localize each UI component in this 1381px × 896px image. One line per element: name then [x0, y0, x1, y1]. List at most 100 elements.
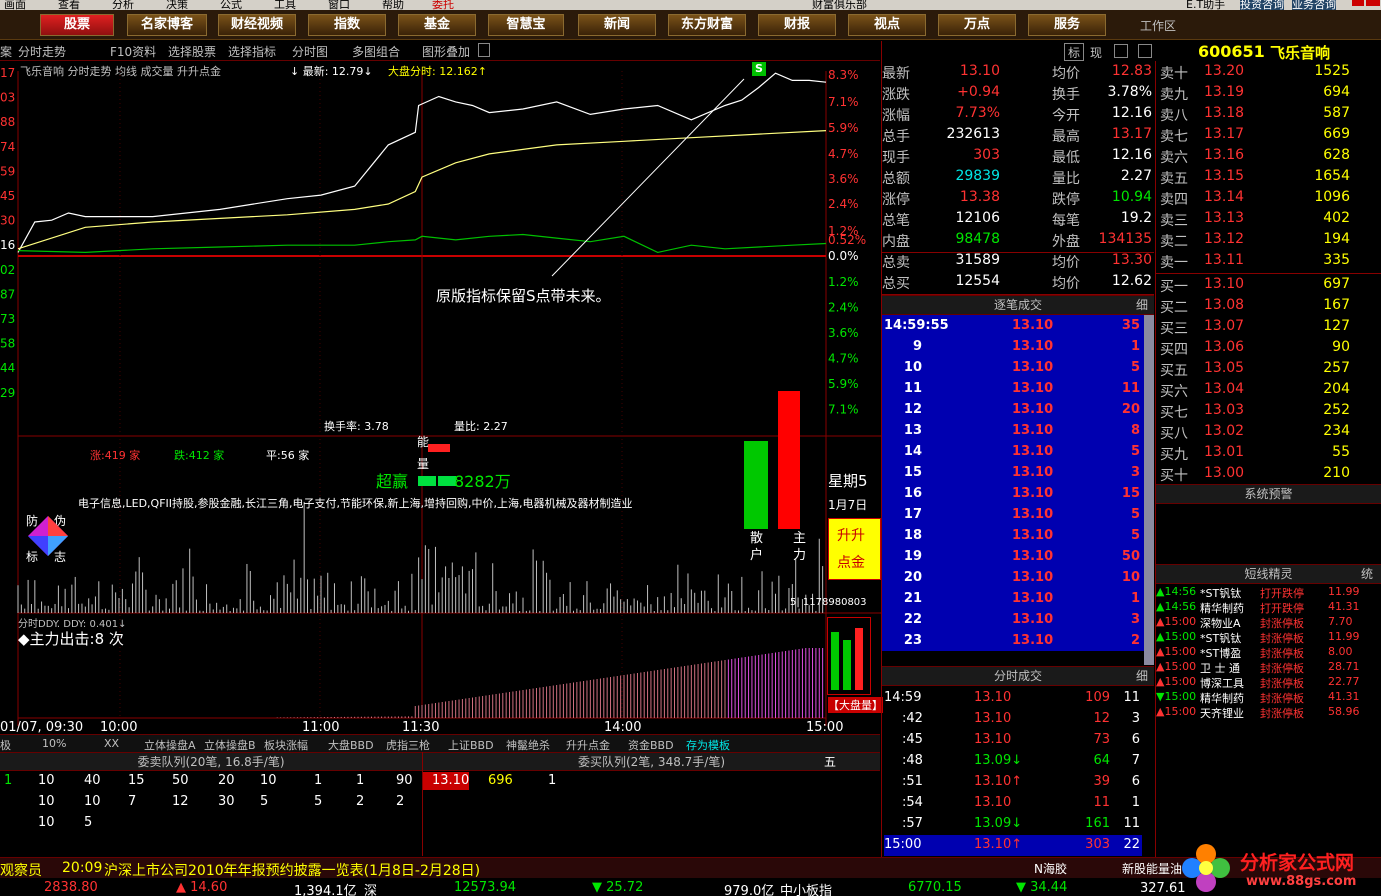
nav-wandian[interactable]: 万点: [938, 14, 1016, 36]
nav-news[interactable]: 新闻: [578, 14, 656, 36]
minimize-icon[interactable]: [1352, 0, 1364, 6]
tick-row[interactable]: 18 13.10 5: [884, 526, 1142, 547]
tick-row[interactable]: 23 13.10 2: [884, 631, 1142, 652]
tab-biao[interactable]: 标: [1064, 43, 1084, 61]
toolbar-item[interactable]: 分时图: [292, 43, 328, 60]
nav-zhihuibao[interactable]: 智慧宝: [488, 14, 564, 36]
sell-level[interactable]: 卖六 13.16 628: [1158, 145, 1380, 166]
minute-trade-row[interactable]: 14:59 13.10 109 11: [884, 688, 1142, 709]
minute-trade-row[interactable]: :51 13.10↑ 39 6: [884, 772, 1142, 793]
sell-level[interactable]: 卖五 13.15 1654: [1158, 166, 1380, 187]
indicator-tab[interactable]: 10%: [42, 737, 66, 750]
alert-row[interactable]: ▲15:00 卫 士 通 封涨停板 28.71: [1156, 660, 1381, 675]
sell-level[interactable]: 卖二 13.12 194: [1158, 229, 1380, 250]
tick-row[interactable]: 20 13.10 10: [884, 568, 1142, 589]
menu-item[interactable]: 决策: [166, 0, 188, 10]
indicator-tab[interactable]: XX: [104, 737, 119, 750]
menu-item[interactable]: 帮助: [382, 0, 404, 10]
tick-row[interactable]: 17 13.10 5: [884, 505, 1142, 526]
alert-row[interactable]: ▲15:00 *ST钒钛 封涨停板 11.99: [1156, 630, 1381, 645]
news-headline[interactable]: 沪深上市公司2010年年报预约披露一览表(1月8日-2月28日): [104, 860, 480, 880]
maximize-icon[interactable]: [1114, 44, 1128, 58]
indicator-tab[interactable]: 虎指三枪: [386, 737, 430, 753]
sell-level[interactable]: 卖三 13.13 402: [1158, 208, 1380, 229]
toolbar-item[interactable]: 分时走势: [18, 43, 66, 60]
tick-row[interactable]: 10 13.10 5: [884, 358, 1142, 379]
alert-row[interactable]: ▲14:56 *ST钒钛 打开跌停 11.99: [1156, 585, 1381, 600]
sell-level[interactable]: 卖四 13.14 1096: [1158, 187, 1380, 208]
indicator-tab[interactable]: 板块涨幅: [264, 737, 308, 753]
buy-level[interactable]: 买九 13.01 55: [1158, 442, 1380, 463]
intraday-chart[interactable]: 8.3%7.1%5.9%4.7%3.6%2.4%1.2%0.52%0.0%1.2…: [0, 61, 882, 733]
toolbar-item[interactable]: 案: [0, 43, 12, 60]
indicator-tab[interactable]: 上证BBD: [448, 737, 494, 753]
five-tab[interactable]: 五: [824, 753, 836, 771]
alert-row[interactable]: ▲15:00 *ST博盈 封涨停板 8.00: [1156, 645, 1381, 660]
minute-trade-row[interactable]: :54 13.10 11 1: [884, 793, 1142, 814]
toolbar-item[interactable]: 多图组合: [352, 43, 400, 60]
alert-row[interactable]: ▲14:56 精华制药 打开跌停 41.31: [1156, 600, 1381, 615]
workspace-label[interactable]: 工作区: [1140, 17, 1176, 34]
buy-level[interactable]: 买三 13.07 127: [1158, 316, 1380, 337]
tick-row[interactable]: 13 13.10 8: [884, 421, 1142, 442]
minute-trade-row[interactable]: :48 13.09↓ 64 7: [884, 751, 1142, 772]
buy-level[interactable]: 买五 13.05 257: [1158, 358, 1380, 379]
window-tab[interactable]: 投资咨询: [1240, 0, 1284, 10]
nav-video[interactable]: 财经视频: [218, 14, 296, 36]
tick-detail-button[interactable]: 细: [1136, 296, 1148, 314]
sell-level[interactable]: 卖七 13.17 669: [1158, 124, 1380, 145]
buy-level[interactable]: 买四 13.06 90: [1158, 337, 1380, 358]
menu-item[interactable]: 画面: [4, 0, 26, 10]
alert-row[interactable]: ▲15:00 深物业A 封涨停板 7.70: [1156, 615, 1381, 630]
indicator-tab[interactable]: 升升点金: [566, 737, 610, 753]
shengsheng-dianjin-button[interactable]: 升升 点金: [828, 518, 881, 580]
buy-level[interactable]: 买八 13.02 234: [1158, 421, 1380, 442]
toolbar-item[interactable]: 选择指标: [228, 43, 276, 60]
tick-row[interactable]: 21 13.10 1: [884, 589, 1142, 610]
tick-scrollbar[interactable]: [1144, 315, 1154, 665]
minute-trade-row[interactable]: :57 13.09↓ 161 11: [884, 814, 1142, 835]
nav-blogs[interactable]: 名家博客: [127, 14, 207, 36]
nav-funds[interactable]: 基金: [398, 14, 476, 36]
indicator-tab[interactable]: 立体操盘B: [204, 737, 256, 753]
sell-level[interactable]: 卖八 13.18 587: [1158, 103, 1380, 124]
minute-trade-row[interactable]: :42 13.10 12 3: [884, 709, 1142, 730]
nav-eastmoney[interactable]: 东方财富: [668, 14, 746, 36]
tick-row[interactable]: 9 13.10 1: [884, 337, 1142, 358]
buy-level[interactable]: 买六 13.04 204: [1158, 379, 1380, 400]
sell-level[interactable]: 卖九 13.19 694: [1158, 82, 1380, 103]
sell-level[interactable]: 卖一 13.11 335: [1158, 250, 1380, 271]
sell-level[interactable]: 卖十 13.20 1525: [1158, 61, 1380, 82]
menu-item[interactable]: 公式: [220, 0, 242, 10]
alert-row[interactable]: ▲15:00 博深工具 封涨停板 22.77: [1156, 675, 1381, 690]
menu-item[interactable]: 窗口: [328, 0, 350, 10]
tick-row[interactable]: 14:59:55 13.10 35: [884, 316, 1142, 337]
tick-row[interactable]: 16 13.10 15: [884, 484, 1142, 505]
next-icon[interactable]: [1138, 44, 1152, 58]
close-icon[interactable]: [1366, 0, 1380, 6]
tick-row[interactable]: 15 13.10 3: [884, 463, 1142, 484]
buy-level[interactable]: 买七 13.03 252: [1158, 400, 1380, 421]
indicator-tab[interactable]: 资金BBD: [628, 737, 674, 753]
indicator-tab[interactable]: 大盘BBD: [328, 737, 374, 753]
nav-service[interactable]: 服务: [1028, 14, 1106, 36]
minute-trade-row[interactable]: :45 13.10 73 6: [884, 730, 1142, 751]
buy-level[interactable]: 买一 13.10 697: [1158, 274, 1380, 295]
menu-item[interactable]: 分析: [112, 0, 134, 10]
tab-xian[interactable]: 现: [1090, 44, 1102, 61]
menu-item[interactable]: 工具: [274, 0, 296, 10]
buy-level[interactable]: 买二 13.08 167: [1158, 295, 1380, 316]
menu-item[interactable]: 查看: [58, 0, 80, 10]
alert-row[interactable]: ▲15:00 天齐锂业 封涨停板 58.96: [1156, 705, 1381, 720]
buy-level[interactable]: 买十 13.00 210: [1158, 463, 1380, 484]
indicator-tab[interactable]: 立体操盘A: [144, 737, 196, 753]
toolbar-item[interactable]: 选择股票: [168, 43, 216, 60]
lock-icon[interactable]: [478, 43, 490, 57]
window-tab[interactable]: 业务咨询: [1292, 0, 1336, 10]
tick-row[interactable]: 14 13.10 5: [884, 442, 1142, 463]
window-tab[interactable]: 财富俱乐部: [812, 0, 867, 10]
tick-row[interactable]: 19 13.10 50: [884, 547, 1142, 568]
indicator-tab[interactable]: 神鬣绝杀: [506, 737, 550, 753]
minute-detail-button[interactable]: 细: [1136, 667, 1148, 685]
window-tab[interactable]: E.T助手: [1186, 0, 1225, 10]
